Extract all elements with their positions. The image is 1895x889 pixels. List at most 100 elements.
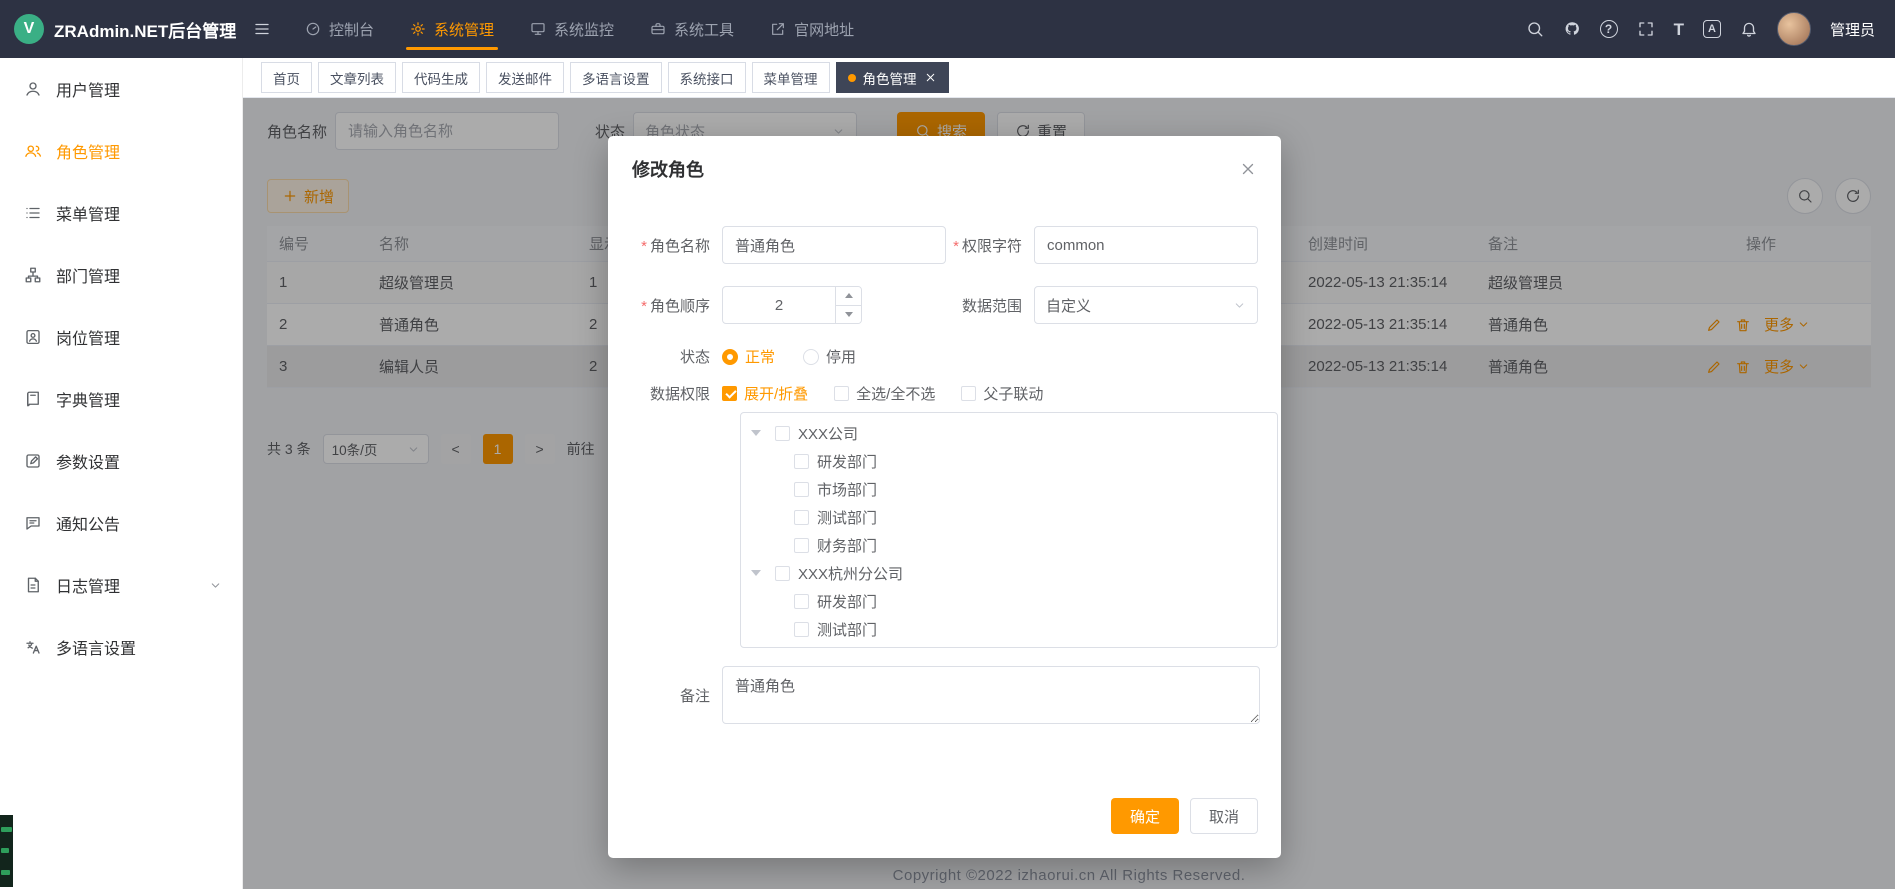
sidebar: 用户管理 角色管理 菜单管理 部门管理 岗位管理 字典管理 参数设置 通知公告 … — [0, 58, 243, 889]
sidebar-item-dictionary[interactable]: 字典管理 — [0, 368, 242, 430]
tab-menus[interactable]: 菜单管理 — [752, 62, 830, 93]
top-header: V ZRAdmin.NET后台管理 控制台 系统管理 系统监控 系统工具 官网地… — [0, 0, 1895, 58]
nav-system-tools[interactable]: 系统工具 — [632, 0, 752, 58]
sidebar-item-label: 字典管理 — [56, 387, 120, 411]
sidebar-item-label: 通知公告 — [56, 511, 120, 535]
nav-official-site[interactable]: 官网地址 — [752, 0, 872, 58]
sidebar-item-label: 用户管理 — [56, 77, 120, 101]
remark-textarea[interactable]: 普通角色 — [722, 666, 1260, 724]
nav-label: 官网地址 — [794, 19, 854, 40]
tab-codegen[interactable]: 代码生成 — [402, 62, 480, 93]
tab-home[interactable]: 首页 — [261, 62, 312, 93]
caret-down-icon[interactable] — [751, 430, 775, 436]
nav-system-monitor[interactable]: 系统监控 — [512, 0, 632, 58]
nav-label: 系统工具 — [674, 19, 734, 40]
sidebar-toggle-icon[interactable] — [253, 20, 271, 38]
close-icon[interactable] — [924, 71, 937, 84]
tree-node[interactable]: 财务部门 — [741, 531, 1277, 559]
tab-articles[interactable]: 文章列表 — [318, 62, 396, 93]
tree-checkbox[interactable] — [794, 482, 809, 497]
sidebar-item-roles[interactable]: 角色管理 — [0, 120, 242, 182]
permission-tree: XXX公司 研发部门 市场部门 测试部门 财务部门 — [740, 412, 1278, 648]
language-icon[interactable]: A — [1703, 20, 1721, 38]
tree-node[interactable]: 测试部门 — [741, 615, 1277, 643]
radio-status-normal[interactable]: 正常 — [722, 346, 775, 367]
radio-status-disabled[interactable]: 停用 — [803, 346, 856, 367]
sidebar-item-label: 日志管理 — [56, 573, 120, 597]
checkbox-box — [961, 386, 976, 401]
nav-system-admin[interactable]: 系统管理 — [392, 0, 512, 58]
sidebar-item-logs[interactable]: 日志管理 — [0, 554, 242, 616]
role-order-stepper[interactable]: 2 — [722, 286, 862, 324]
bell-icon[interactable] — [1740, 20, 1758, 38]
checkbox-select-all[interactable]: 全选/全不选 — [834, 383, 935, 404]
nav-label: 控制台 — [329, 19, 374, 40]
role-name-input[interactable] — [722, 226, 946, 264]
search-icon[interactable] — [1526, 20, 1544, 38]
radio-dot — [803, 349, 819, 365]
dashboard-icon — [305, 21, 321, 37]
sidebar-item-label: 多语言设置 — [56, 635, 136, 659]
perm-char-input[interactable] — [1034, 226, 1258, 264]
fullscreen-icon[interactable] — [1637, 20, 1655, 38]
help-icon[interactable]: ? — [1600, 20, 1618, 38]
external-link-icon — [770, 21, 786, 37]
tree-node[interactable]: 研发部门 — [741, 587, 1277, 615]
tree-checkbox[interactable] — [794, 538, 809, 553]
book-icon — [24, 390, 42, 408]
tree-node[interactable]: 研发部门 — [741, 447, 1277, 475]
role-name-label: *角色名称 — [626, 235, 722, 256]
caret-down-icon[interactable] — [751, 570, 775, 576]
checkbox-expand-collapse[interactable]: 展开/折叠 — [722, 383, 808, 404]
tree-node[interactable]: XXX公司 — [741, 419, 1277, 447]
cancel-button[interactable]: 取消 — [1190, 798, 1258, 834]
tree-checkbox[interactable] — [794, 510, 809, 525]
tree-check box[interactable] — [775, 566, 790, 581]
dialog-header: 修改角色 — [608, 136, 1281, 192]
stepper-up-icon[interactable] — [836, 287, 861, 306]
tab-roles[interactable]: 角色管理 — [836, 62, 949, 93]
font-size-icon[interactable]: T — [1674, 21, 1684, 38]
sidebar-item-posts[interactable]: 岗位管理 — [0, 306, 242, 368]
confirm-button[interactable]: 确定 — [1111, 798, 1179, 834]
dialog-title: 修改角色 — [632, 156, 704, 182]
sidebar-item-parameters[interactable]: 参数设置 — [0, 430, 242, 492]
sidebar-item-users[interactable]: 用户管理 — [0, 58, 242, 120]
tree-node[interactable]: 市场部门 — [741, 475, 1277, 503]
tree-checkbox[interactable] — [794, 454, 809, 469]
tree-checkbox[interactable] — [794, 594, 809, 609]
sidebar-item-menus[interactable]: 菜单管理 — [0, 182, 242, 244]
checkbox-parent-child-link[interactable]: 父子联动 — [961, 383, 1043, 404]
chat-icon — [24, 514, 42, 532]
tab-sendmail[interactable]: 发送邮件 — [486, 62, 564, 93]
badge-icon — [24, 328, 42, 346]
close-icon[interactable] — [1239, 160, 1257, 178]
tree-node[interactable]: 测试部门 — [741, 503, 1277, 531]
tab-i18n[interactable]: 多语言设置 — [570, 62, 662, 93]
sidebar-item-departments[interactable]: 部门管理 — [0, 244, 242, 306]
tree-checkbox[interactable] — [794, 622, 809, 637]
sidebar-item-label: 岗位管理 — [56, 325, 120, 349]
edit-role-dialog: 修改角色 *角色名称 *权限字符 *角色顺序 2 — [608, 136, 1281, 858]
logo-icon: V — [14, 14, 44, 44]
data-scope-select[interactable]: 自定义 — [1034, 286, 1258, 324]
org-tree-icon — [24, 266, 42, 284]
corner-widget — [0, 815, 13, 887]
active-dot — [848, 74, 856, 82]
chevron-down-icon — [209, 579, 222, 592]
avatar[interactable] — [1777, 12, 1811, 46]
tags-view-bar: 首页 文章列表 代码生成 发送邮件 多语言设置 系统接口 菜单管理 角色管理 — [243, 58, 1895, 98]
sidebar-item-notices[interactable]: 通知公告 — [0, 492, 242, 554]
github-icon[interactable] — [1563, 20, 1581, 38]
tree-node[interactable]: XXX杭州分公司 — [741, 559, 1277, 587]
tree-checkbox[interactable] — [775, 426, 790, 441]
sidebar-item-label: 参数设置 — [56, 449, 120, 473]
chevron-down-icon — [1233, 299, 1246, 312]
nav-console[interactable]: 控制台 — [287, 0, 392, 58]
sidebar-item-i18n[interactable]: 多语言设置 — [0, 616, 242, 678]
stepper-down-icon[interactable] — [836, 306, 861, 324]
gear-icon — [410, 21, 426, 37]
tab-api[interactable]: 系统接口 — [668, 62, 746, 93]
data-scope-label: 数据范围 — [946, 295, 1034, 316]
remark-label: 备注 — [626, 685, 722, 706]
